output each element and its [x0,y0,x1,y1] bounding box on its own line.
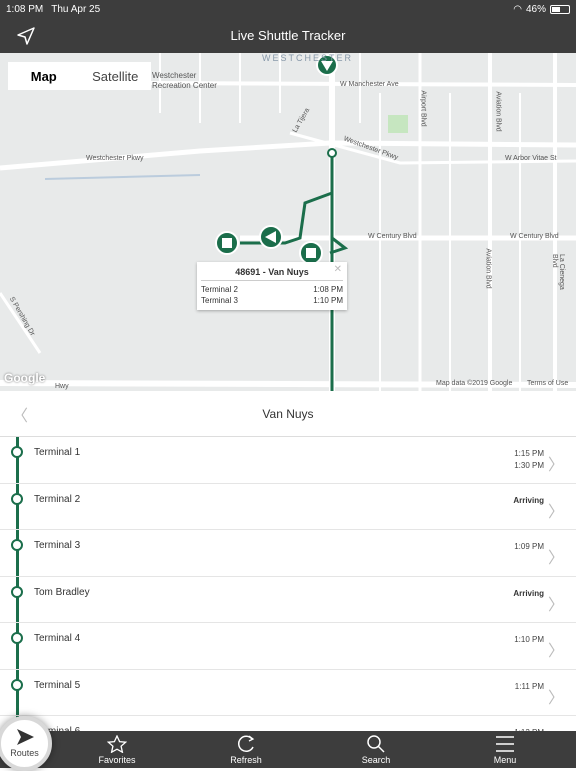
stop-status: Arriving [513,588,544,598]
close-icon[interactable]: ✕ [334,264,342,275]
stop-times: 1:10 PM [514,634,544,646]
stop-dot [11,492,23,505]
location-arrow-icon[interactable] [16,26,36,46]
stop-times: Arriving [513,588,544,600]
stop-name: Terminal 2 [34,493,81,505]
tab-label: Routes [10,748,39,758]
stop-name: Terminal 1 [34,447,81,458]
stop-row[interactable]: Terminal 5 1:11 PM 〉 [0,670,576,716]
stop-time: 1:10 PM [514,635,544,644]
stop-times: Arriving [513,495,544,507]
tab-search[interactable]: Search [341,735,411,765]
map-label: Aviation Blvd [484,248,492,289]
stop-row[interactable]: Terminal 1 1:15 PM 1:30 PM 〉 [0,437,576,484]
map-label: Airport Blvd [419,90,427,127]
popup-time: 1:08 PM [313,285,343,294]
chevron-right-icon: 〉 [547,596,564,614]
stop-name: Tom Bradley [34,586,90,598]
tab-label: Refresh [230,755,262,765]
map-label: Westchester Pkwy [86,155,144,162]
chevron-left-icon[interactable]: 〈 [12,402,28,426]
stop-list: Terminal 1 1:15 PM 1:30 PM 〉 Terminal 2 Arriv… [0,437,576,763]
tab-menu[interactable]: Menu [470,735,540,765]
terms-link[interactable]: Terms of Use [527,380,568,387]
map-label: Hwy [55,383,69,390]
tab-label: Search [361,755,391,765]
popup-title: 48691 - Van Nuys [201,262,343,281]
status-date: Thu Apr 25 [51,3,101,15]
menu-icon [496,736,514,752]
refresh-icon [237,735,255,753]
popup-stop: Terminal 3 [201,296,238,305]
routes-arrow-icon [16,729,34,745]
stop-name: Terminal 3 [34,540,81,551]
stop-dot [11,585,23,598]
stop-name: Terminal 5 [34,679,81,691]
route-header: 〈 Van Nuys [0,391,576,437]
stop-times: 1:11 PM [515,681,544,693]
stop-row[interactable]: Terminal 4 1:10 PM 〉 [0,623,576,670]
map-label: WESTCHESTER [262,53,354,63]
wifi-icon: ◠ [513,3,522,15]
chevron-right-icon: 〉 [547,503,564,521]
page-title: Live Shuttle Tracker [230,28,346,43]
chevron-right-icon: 〉 [547,550,564,567]
map-attribution: Map data ©2019 Google [436,380,513,387]
tab-label: Menu [493,755,517,765]
map-label: Aviation Blvd [494,91,502,132]
stop-dot [11,632,23,644]
chevron-right-icon: 〉 [547,689,564,707]
tab-bar: Favorites Refresh Search Menu [0,731,576,768]
map-roads [0,53,576,391]
google-logo: Google [4,371,46,385]
route-name: Van Nuys [262,406,314,421]
status-bar: 1:08 PM Thu Apr 25 ◠ 46% [0,0,576,18]
chevron-right-icon: 〉 [547,457,564,474]
stop-times: 1:09 PM [514,541,544,553]
popup-row: Terminal 2 1:08 PM [197,285,347,294]
star-icon [107,735,127,753]
stop-time: 1:11 PM [514,681,544,691]
stop-row[interactable]: Terminal 2 Arriving 〉 [0,484,576,530]
status-time: 1:08 PM [6,3,44,15]
map-label: W Century Blvd [510,233,559,240]
nav-bar: Live Shuttle Tracker [0,18,576,53]
battery-icon [550,4,570,14]
map-label: W Century Blvd [368,233,417,240]
map-label: Westchester [152,71,197,80]
search-icon [367,735,385,753]
tab-favorites[interactable]: Favorites [82,735,152,765]
segment-map[interactable]: Map [8,62,80,90]
battery-percent: 46% [525,3,546,15]
map-label: W Arbor Vitae St [505,155,557,162]
stop-dot [11,539,23,551]
popup-stop: Terminal 2 [201,285,238,294]
popup-row: Terminal 3 1:10 PM [197,296,347,305]
tab-refresh[interactable]: Refresh [211,735,281,765]
map-label: Recreation Center [152,81,217,90]
map-label: W Manchester Ave [340,81,399,88]
stop-dot [11,446,23,458]
shuttle-markers [215,54,338,265]
segment-satellite[interactable]: Satellite [80,62,152,90]
map-label: La Cienega Blvd [551,254,565,290]
map-type-control: Map Satellite [8,62,151,90]
chevron-right-icon: 〉 [547,643,564,660]
shuttle-popup: ✕ 48691 - Van Nuys Terminal 2 1:08 PM Ter… [197,262,347,310]
stop-status: Arriving [513,495,544,505]
stop-time: 1:15 PM [514,449,544,458]
stop-row[interactable]: Terminal 3 1:09 PM 〉 [0,530,576,577]
popup-time: 1:10 PM [313,296,343,305]
stop-name: Terminal 4 [34,633,81,644]
stop-time: 1:30 PM [514,461,544,470]
stop-times: 1:15 PM 1:30 PM [514,448,544,472]
stop-dot [11,678,23,691]
stop-row[interactable]: Tom Bradley Arriving 〉 [0,577,576,623]
tab-label: Favorites [98,755,136,765]
stop-time: 1:09 PM [514,542,544,551]
map-view[interactable]: WESTCHESTER Westchester Recreation Cente… [0,53,576,391]
